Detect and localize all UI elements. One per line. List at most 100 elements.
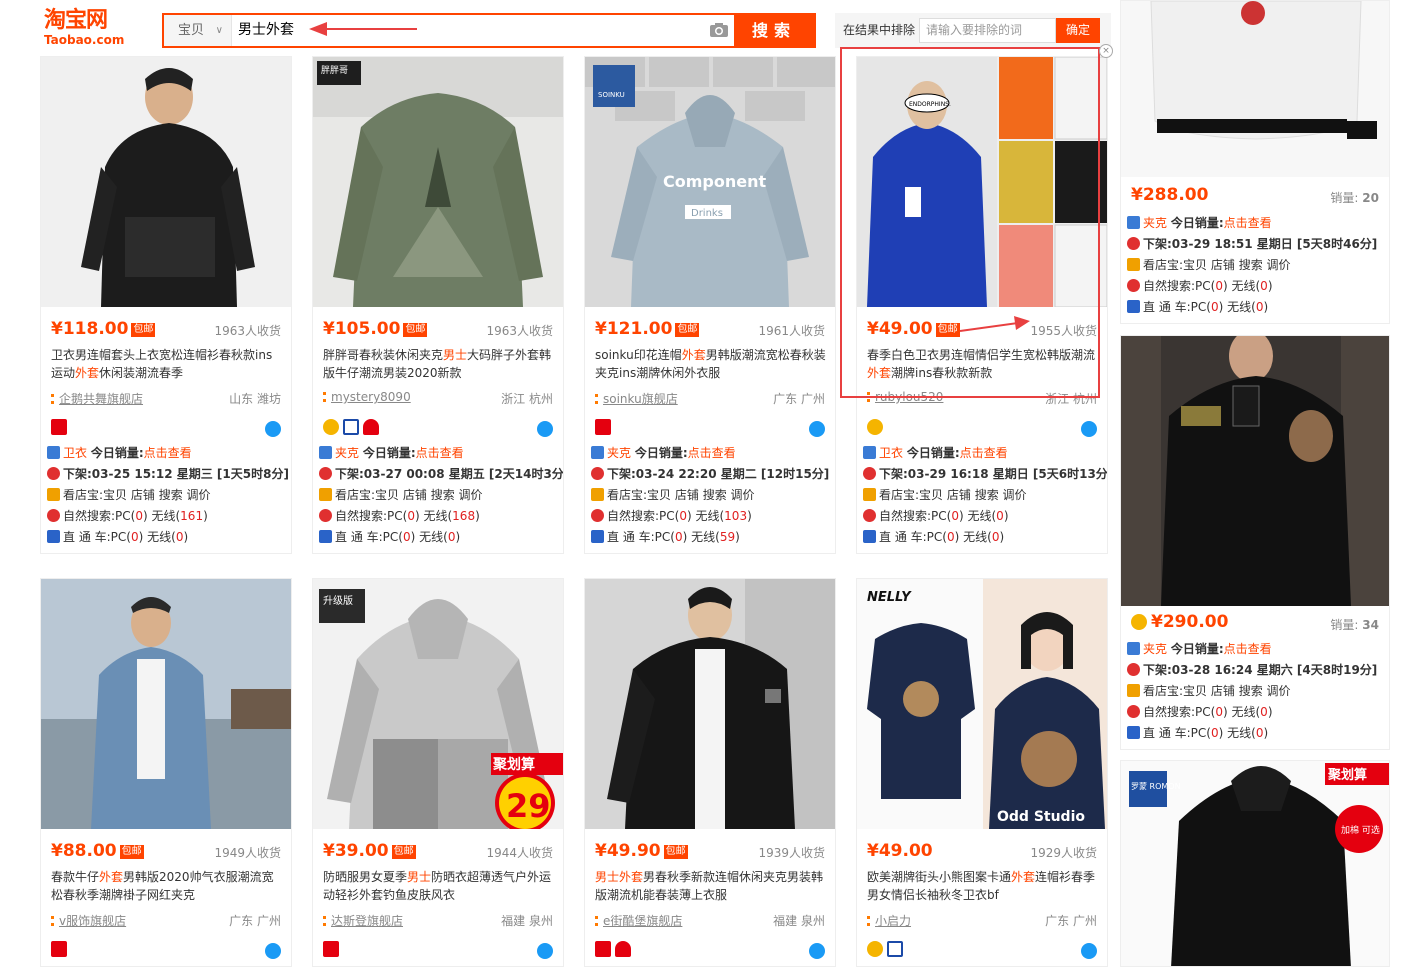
ztc-label: 直 通 车:PC( [879, 530, 947, 544]
sales-value: 20 [1362, 191, 1379, 205]
product-image[interactable] [41, 579, 291, 829]
wangwang-chat-icon[interactable] [537, 421, 553, 437]
shop-name-link[interactable]: e街酷堡旗舰店 [603, 914, 682, 928]
free-shipping-badge: 包邮 [403, 323, 428, 337]
store-links[interactable]: 店铺 搜索 调价 [1211, 258, 1291, 272]
badge-text: 胖胖哥 [321, 65, 348, 76]
product-image[interactable]: 罗蒙 ROMON 聚划算 加棉 可选 [1121, 761, 1389, 966]
sidebar-product-card[interactable]: 罗蒙 ROMON 聚划算 加棉 可选 [1120, 760, 1390, 967]
exclude-input[interactable]: 请输入要排除的词 [919, 18, 1056, 43]
wangwang-chat-icon[interactable] [809, 421, 825, 437]
search-scope-select[interactable]: 宝贝 ∨ [164, 15, 232, 46]
tmall-icon[interactable] [595, 941, 611, 957]
wangwang-chat-icon[interactable] [537, 943, 553, 959]
tmall-icon[interactable] [51, 419, 67, 435]
exclude-confirm-button[interactable]: 确定 [1056, 18, 1100, 43]
wangwang-chat-icon[interactable] [1081, 421, 1097, 437]
gold-seller-icon[interactable] [867, 419, 883, 435]
shop-name-link[interactable]: v服饰旗舰店 [59, 914, 126, 928]
product-title-link[interactable]: 春款牛仔外套男韩版2020帅气衣服潮流宽松春秋季潮牌褂子网红夹克 [51, 868, 283, 904]
kandianbao-label[interactable]: 看店宝:宝贝 [879, 488, 943, 502]
gold-seller-icon[interactable] [1131, 614, 1147, 630]
offline-time: 下架:03-29 16:18 星期日 [5天6时13分] [879, 467, 1108, 481]
store-links[interactable]: 店铺 搜索 调价 [675, 488, 755, 502]
tmall-icon[interactable] [323, 941, 339, 957]
click-view-link[interactable]: 点击查看 [688, 446, 736, 460]
product-title-link[interactable]: 卫衣男连帽套头上衣宽松连帽衫春秋款ins运动外套休闲装潮流春季 [51, 346, 283, 382]
sidebar-product-card[interactable]: ¥290.00 销量: 34 夹克 今日销量:点击查看 下架:03-28 16:… [1120, 335, 1390, 750]
title-text: 春款牛仔 [51, 870, 100, 884]
car-icon [1127, 300, 1140, 313]
kandianbao-label[interactable]: 看店宝:宝贝 [1143, 258, 1207, 272]
taobao-logo[interactable]: 淘宝网 Taobao.com [44, 9, 144, 49]
product-card[interactable]: NELLY Odd Studio ¥49.00 1929人收货 欧美潮牌街头小熊… [856, 578, 1108, 967]
click-view-link[interactable]: 点击查看 [1224, 642, 1272, 656]
heart-icon[interactable] [363, 419, 379, 435]
product-card[interactable]: ¥118.00 包邮 1963人收货 卫衣男连帽套头上衣宽松连帽衫春秋款ins运动… [40, 56, 292, 554]
wireless-label: ) 无线( [414, 509, 453, 523]
shop-name-link[interactable]: soinku旗舰店 [603, 392, 678, 406]
sidebar-product-card[interactable]: ¥288.00 销量: 20 夹克 今日销量:点击查看 下架:03-29 18:… [1120, 0, 1390, 324]
product-card[interactable]: Component Drinks SOINKU ¥121.00 包邮 1961人收… [584, 56, 836, 554]
kandianbao-label[interactable]: 看店宝:宝贝 [1143, 684, 1207, 698]
product-card[interactable]: 升级版 聚划算 29 ¥39.00 包邮 1944人收货 防晒服男女夏季男士防晒衣… [312, 578, 564, 967]
search-button[interactable]: 搜索 [734, 15, 814, 46]
store-links[interactable]: 店铺 搜索 调价 [131, 488, 211, 502]
product-image[interactable]: 胖胖哥 [313, 57, 563, 307]
natural-search-icon [319, 509, 332, 522]
product-image[interactable]: 升级版 聚划算 29 [313, 579, 563, 829]
wireless-label: ) 无线( [682, 530, 720, 544]
kandianbao-label[interactable]: 看店宝:宝贝 [607, 488, 671, 502]
product-image[interactable]: Component Drinks SOINKU [585, 57, 835, 307]
wireless-label: ) 无线( [954, 530, 992, 544]
close-icon[interactable]: × [1099, 44, 1113, 58]
click-view-link[interactable]: 点击查看 [960, 446, 1008, 460]
product-card[interactable]: ¥49.90 包邮 1939人收货 男士外套男春秋季新款连帽休闲夹克男装韩版潮流机… [584, 578, 836, 967]
offline-time: 下架:03-29 18:51 星期日 [5天8时46分] [1143, 237, 1378, 251]
click-view-link[interactable]: 点击查看 [416, 446, 464, 460]
product-image[interactable] [585, 579, 835, 829]
shop-name-link[interactable]: 小启力 [875, 914, 911, 928]
store-links[interactable]: 店铺 搜索 调价 [1211, 684, 1291, 698]
deal-count: 1944人收货 [486, 846, 553, 860]
product-title-link[interactable]: 欧美潮牌街头小熊图案卡通外套连帽衫春季男女情侣长袖秋冬卫衣bf [867, 868, 1099, 904]
product-title-link[interactable]: 男士外套男春秋季新款连帽休闲夹克男装韩版潮流机能春装薄上衣服 [595, 868, 827, 904]
car-icon [47, 530, 60, 543]
tmall-icon[interactable] [595, 419, 611, 435]
wangwang-chat-icon[interactable] [265, 943, 281, 959]
product-title-link[interactable]: 防晒服男女夏季男士防晒衣超薄透气户外运动轻衫外套钓鱼皮肤风衣 [323, 868, 555, 904]
wireless-label: ) 无线( [958, 509, 997, 523]
product-card[interactable]: 胖胖哥 ¥105.00 包邮 1963人收货 胖胖哥春秋装休闲夹克男士大码胖子外套… [312, 56, 564, 554]
store-links[interactable]: 店铺 搜索 调价 [947, 488, 1027, 502]
product-image[interactable] [1121, 336, 1389, 606]
store-links[interactable]: 店铺 搜索 调价 [403, 488, 483, 502]
print-text: Odd Studio [997, 809, 1085, 825]
tmall-icon[interactable] [51, 941, 67, 957]
click-view-link[interactable]: 点击查看 [144, 446, 192, 460]
shop-icon [51, 394, 54, 404]
product-image[interactable] [41, 57, 291, 307]
product-title-link[interactable]: 胖胖哥春秋装休闲夹克男士大码胖子外套韩版牛仔潮流男装2020新款 [323, 346, 555, 382]
shop-name-link[interactable]: 达斯登旗舰店 [331, 914, 403, 928]
kandianbao-label[interactable]: 看店宝:宝贝 [335, 488, 399, 502]
product-card[interactable]: ¥88.00 包邮 1949人收货 春款牛仔外套男韩版2020帅气衣服潮流宽松春秋… [40, 578, 292, 967]
shield-icon[interactable] [343, 419, 359, 435]
heart-icon[interactable] [615, 941, 631, 957]
car-icon [591, 530, 604, 543]
title-text: 欧美潮牌街头小熊图案卡通 [867, 870, 1012, 884]
wangwang-chat-icon[interactable] [809, 943, 825, 959]
shop-name-link[interactable]: 企鹅共舞旗舰店 [59, 392, 143, 406]
camera-icon[interactable] [709, 22, 729, 38]
shield-icon[interactable] [887, 941, 903, 957]
product-image[interactable]: NELLY Odd Studio [857, 579, 1107, 829]
wangwang-chat-icon[interactable] [1081, 943, 1097, 959]
annotation-arrow-search [309, 22, 417, 36]
click-view-link[interactable]: 点击查看 [1224, 216, 1272, 230]
wangwang-chat-icon[interactable] [265, 421, 281, 437]
product-title-link[interactable]: soinku印花连帽外套男韩版潮流宽松春秋装夹克ins潮牌休闲外衣服 [595, 346, 827, 382]
kandianbao-label[interactable]: 看店宝:宝贝 [63, 488, 127, 502]
product-image[interactable] [1121, 1, 1389, 177]
gold-seller-icon[interactable] [323, 419, 339, 435]
shop-name-link[interactable]: mystery8090 [331, 390, 411, 404]
gold-seller-icon[interactable] [867, 941, 883, 957]
